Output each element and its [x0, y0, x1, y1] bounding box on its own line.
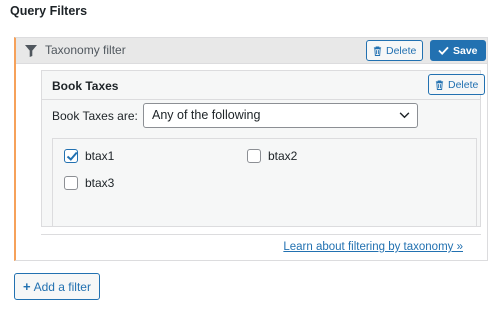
checkmark-icon: [66, 151, 78, 161]
panel-header: Taxonomy filter Delete Save: [16, 38, 487, 64]
chevron-down-icon: [399, 112, 410, 119]
delete-taxonomy-button[interactable]: Delete: [428, 74, 486, 95]
match-label: Book Taxes are:: [52, 109, 138, 123]
taxonomy-title: Book Taxes: [52, 79, 119, 93]
delete-filter-button[interactable]: Delete: [366, 40, 424, 61]
match-select[interactable]: Any of the following: [143, 103, 418, 128]
match-select-value: Any of the following: [152, 108, 261, 122]
term-checkbox[interactable]: [247, 149, 261, 163]
plus-icon: +: [23, 279, 31, 294]
trash-icon: [435, 80, 444, 90]
panel-title: Taxonomy filter: [45, 43, 126, 57]
term-btax3[interactable]: btax3: [64, 176, 114, 190]
term-label: btax2: [268, 149, 298, 163]
term-btax1[interactable]: btax1: [64, 149, 114, 163]
save-button[interactable]: Save: [430, 40, 486, 61]
term-label: btax1: [85, 149, 115, 163]
add-filter-button[interactable]: + Add a filter: [14, 273, 100, 300]
save-label: Save: [453, 44, 478, 57]
term-checkbox[interactable]: [64, 176, 78, 190]
add-filter-label: Add a filter: [33, 279, 91, 294]
term-btax2[interactable]: btax2: [247, 149, 297, 163]
query-filters-heading: Query Filters: [10, 4, 88, 18]
footer-divider: [41, 234, 481, 235]
divider: [42, 99, 480, 100]
term-label: btax3: [85, 176, 115, 190]
filter-icon: [25, 45, 37, 57]
learn-filtering-link[interactable]: Learn about filtering by taxonomy »: [283, 241, 463, 253]
term-checkbox-checked[interactable]: [64, 149, 78, 163]
taxonomy-rule-box: Book Taxes Delete Book Taxes are: Any of…: [41, 70, 486, 227]
terms-list: btax1 btax2 btax3: [52, 138, 477, 227]
delete-filter-label: Delete: [386, 44, 417, 57]
taxonomy-filter-panel: Taxonomy filter Delete Save Book Taxes D…: [14, 37, 488, 261]
trash-icon: [373, 46, 382, 56]
checkmark-icon: [438, 46, 449, 55]
delete-taxonomy-label: Delete: [448, 78, 479, 91]
